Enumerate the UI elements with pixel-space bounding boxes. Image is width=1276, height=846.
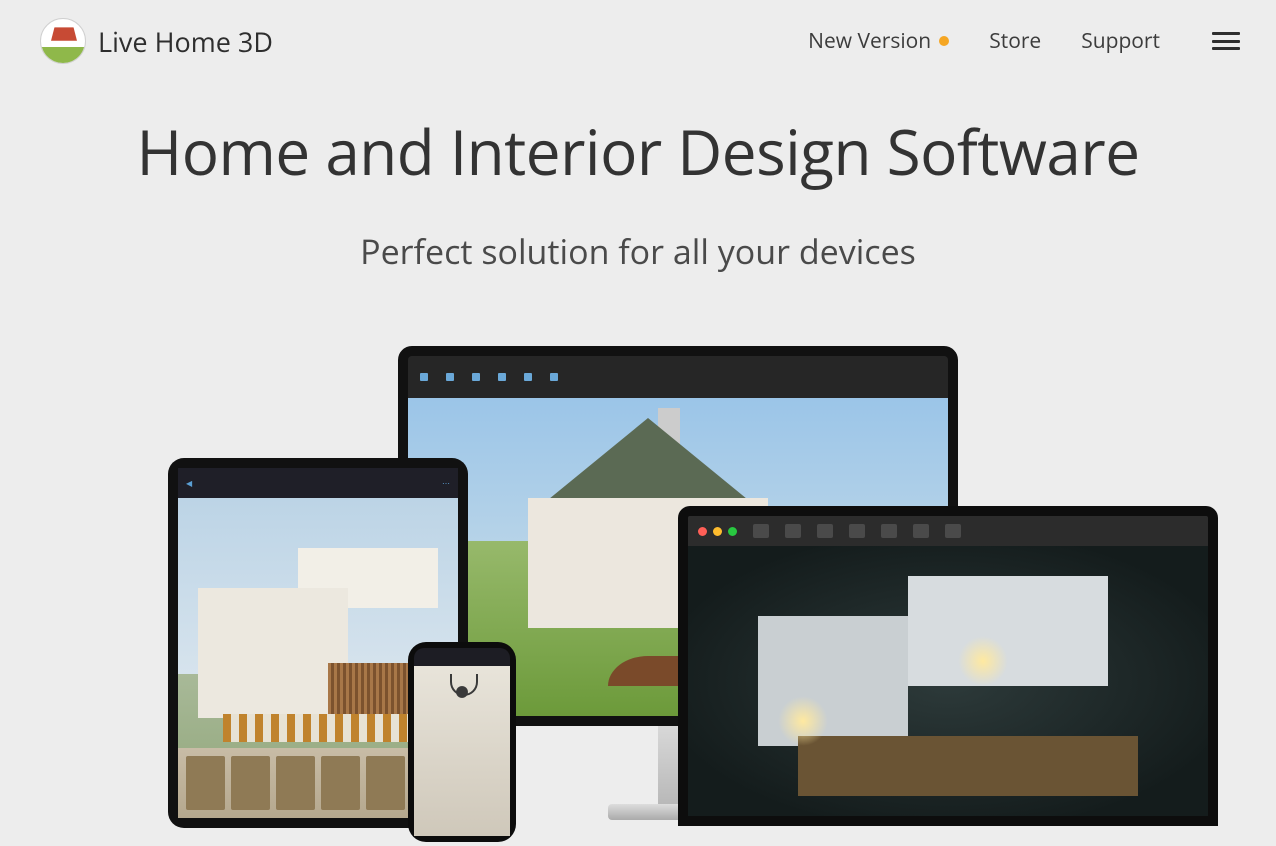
top-nav: New Version Store Support — [808, 27, 1240, 55]
laptop-render-scene — [688, 546, 1208, 816]
page-title: Home and Interior Design Software — [0, 110, 1276, 194]
nav-new-version-label: New Version — [808, 27, 931, 55]
window-minimize-icon — [713, 527, 722, 536]
nav-support[interactable]: Support — [1081, 27, 1160, 55]
page-subtitle: Perfect solution for all your devices — [0, 228, 1276, 274]
nav-new-version[interactable]: New Version — [808, 27, 949, 55]
device-showcase: ◀⋯ — [88, 346, 1188, 826]
tablet-app-toolbar: ◀⋯ — [178, 468, 458, 498]
window-zoom-icon — [728, 527, 737, 536]
device-phone — [408, 642, 516, 842]
brand-name: Live Home 3D — [98, 23, 273, 60]
header: Live Home 3D New Version Store Support — [0, 0, 1276, 82]
hero: Home and Interior Design Software Perfec… — [0, 110, 1276, 274]
nav-store[interactable]: Store — [989, 27, 1041, 55]
new-version-indicator-icon — [939, 36, 949, 46]
brand[interactable]: Live Home 3D — [40, 18, 273, 64]
laptop-app-toolbar — [688, 516, 1208, 546]
window-close-icon — [698, 527, 707, 536]
device-laptop — [678, 506, 1218, 826]
phone-app-toolbar — [414, 648, 510, 666]
menu-icon[interactable] — [1212, 32, 1240, 50]
desktop-app-toolbar — [408, 356, 948, 398]
brand-logo-icon — [40, 18, 86, 64]
